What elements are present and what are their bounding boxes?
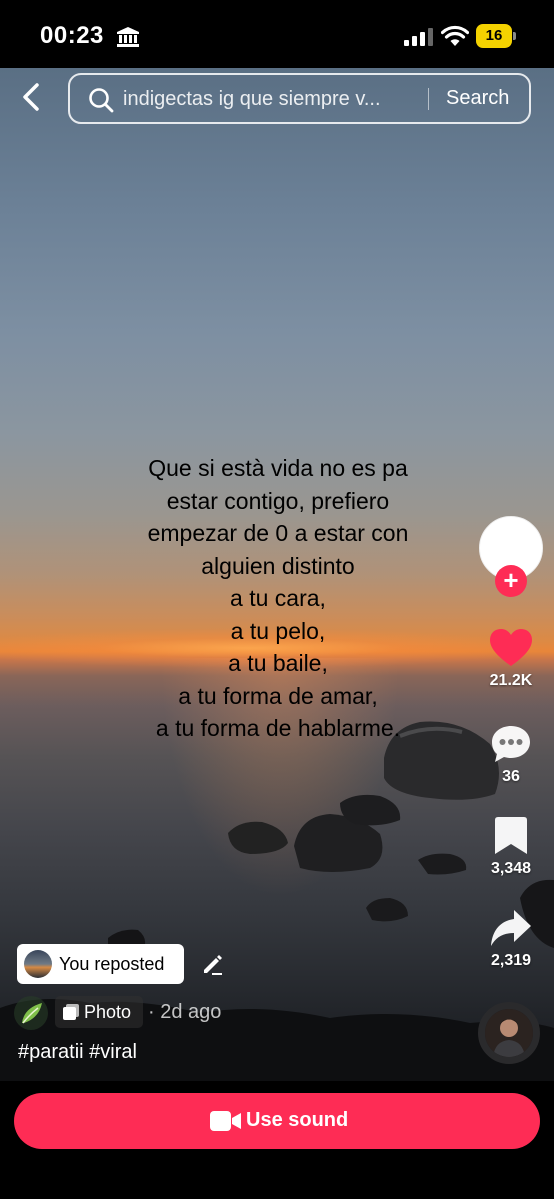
- repost-avatar: [24, 950, 52, 978]
- bank-icon: [117, 27, 139, 47]
- share-icon: [491, 910, 531, 946]
- leaf-icon: [22, 1003, 42, 1024]
- overlay-line: estar contigo, prefiero: [166, 487, 390, 514]
- heart-icon: [490, 629, 532, 666]
- photo-icon: [63, 1004, 79, 1020]
- sound-disc[interactable]: [478, 1002, 540, 1064]
- search-icon: [89, 88, 114, 113]
- back-button[interactable]: [16, 80, 50, 114]
- battery-tip: [513, 32, 516, 40]
- bookmark-icon: [495, 817, 527, 854]
- post-time: · 2d ago: [148, 1001, 222, 1023]
- search-bar[interactable]: indigectas ig que siempre v... Search: [68, 73, 531, 124]
- use-sound-button[interactable]: Use sound: [14, 1093, 540, 1149]
- photo-badge: Photo: [55, 996, 143, 1028]
- overlay-line: a tu baile,: [228, 650, 328, 676]
- creator-avatar-wrap[interactable]: +: [479, 516, 543, 597]
- video-camera-icon: [210, 1111, 241, 1131]
- search-divider: [428, 88, 429, 110]
- home-area: [0, 1150, 554, 1199]
- overlay-line: a tu pelo,: [230, 617, 326, 644]
- overlay-line: empezar de 0 a estar con: [147, 520, 409, 546]
- signal-icon: [404, 28, 433, 46]
- status-time: 00:23: [40, 22, 104, 49]
- like-count: 21.2K: [489, 672, 533, 689]
- author-avatar[interactable]: [14, 996, 48, 1030]
- overlay-line: a tu forma de hablarme.: [155, 715, 401, 741]
- comment-count: 36: [502, 768, 520, 785]
- battery-icon: 16: [476, 24, 516, 48]
- save-count: 3,348: [490, 860, 532, 877]
- overlay-line: a tu forma de amar,: [178, 682, 378, 709]
- like-button[interactable]: 21.2K: [476, 628, 546, 690]
- post-overlay-text: Que si està vida no es pa estar contigo,…: [100, 452, 456, 745]
- search-input[interactable]: indigectas ig que siempre v...: [123, 88, 423, 111]
- comment-button[interactable]: 36: [476, 724, 546, 786]
- wifi-icon: [441, 25, 469, 46]
- status-bar: 00:23 16: [0, 0, 554, 68]
- use-sound-label: Use sound: [246, 1109, 349, 1131]
- sound-avatar: [485, 1009, 533, 1057]
- share-button[interactable]: 2,319: [476, 908, 546, 970]
- battery-level: 16: [476, 24, 512, 48]
- hashtags[interactable]: #paratii #viral: [18, 1041, 137, 1064]
- repost-label: You reposted: [59, 954, 165, 974]
- save-button[interactable]: 3,348: [476, 816, 546, 878]
- overlay-line: a tu cara,: [230, 585, 326, 611]
- share-count: 2,319: [490, 952, 532, 969]
- overlay-line: Que si està vida no es pa: [148, 455, 408, 481]
- comment-icon: [492, 726, 530, 762]
- search-button[interactable]: Search: [446, 87, 509, 110]
- repost-badge[interactable]: You reposted: [17, 944, 184, 984]
- follow-button[interactable]: +: [495, 565, 527, 597]
- photo-label: Photo: [84, 1002, 132, 1022]
- edit-icon[interactable]: [200, 952, 224, 976]
- overlay-line: alguien distinto: [201, 552, 355, 579]
